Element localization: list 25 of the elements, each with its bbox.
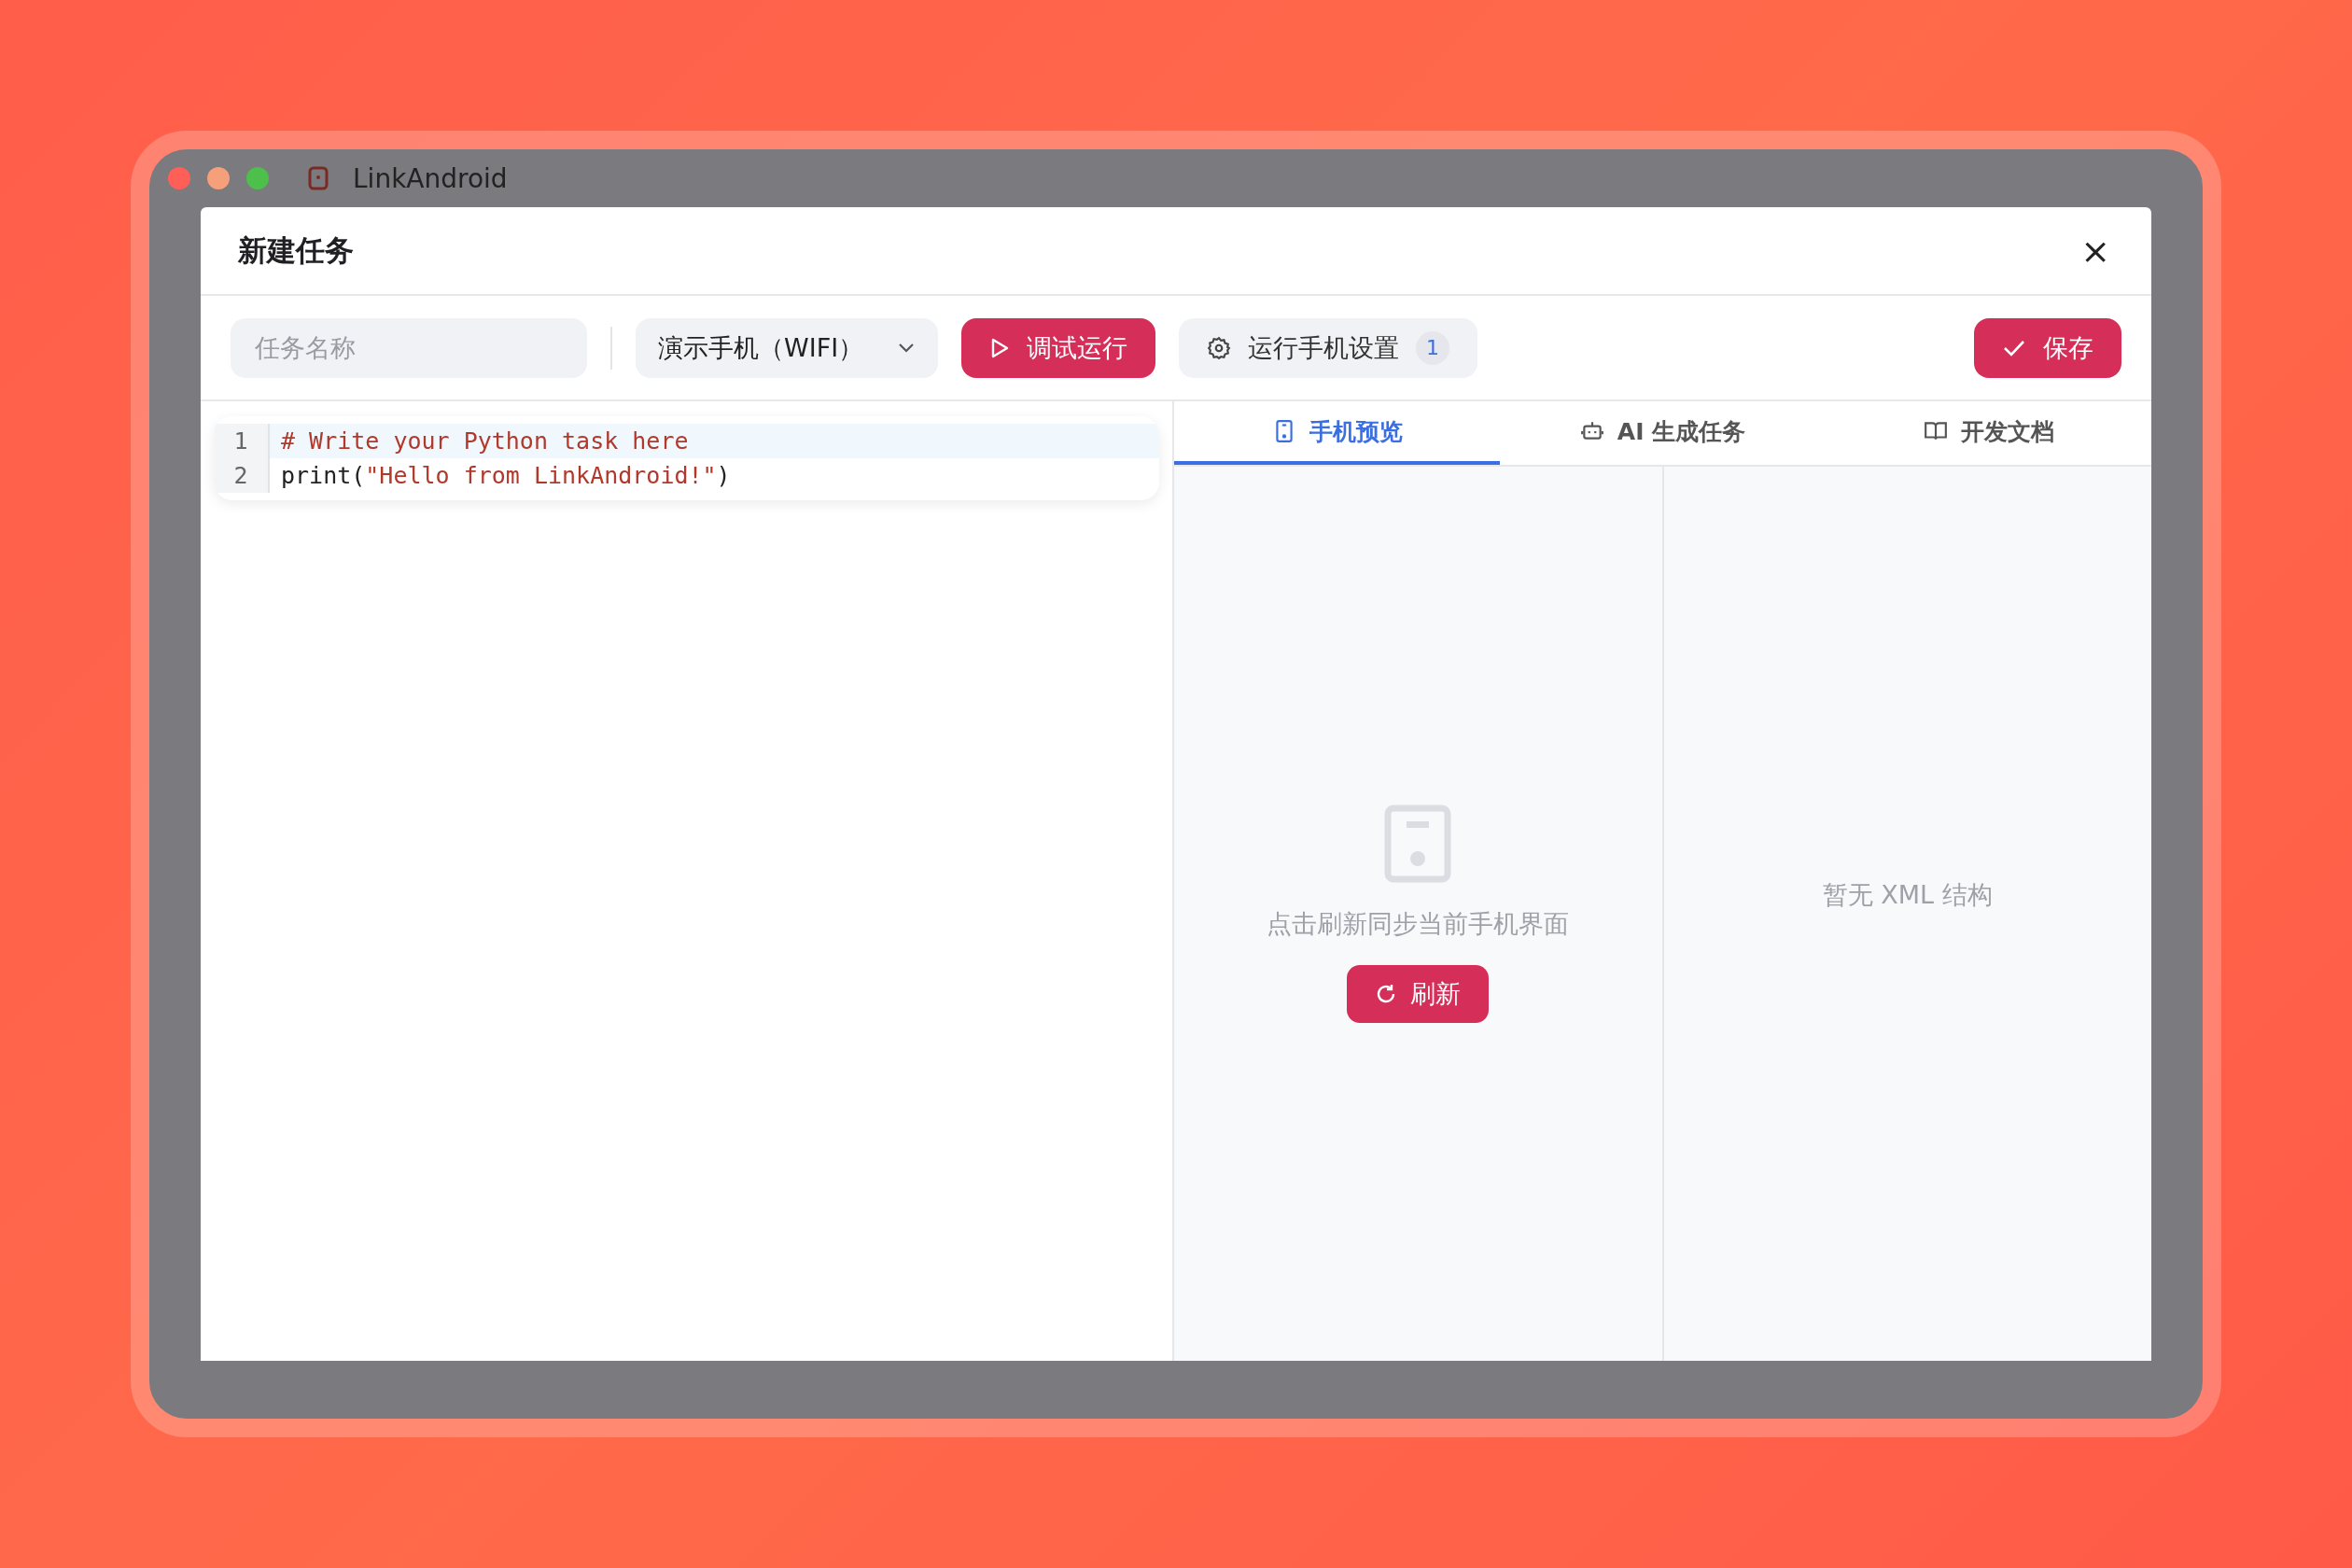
empty-message: 点击刷新同步当前手机界面 <box>1267 908 1570 940</box>
code-text: # Write your Python task here <box>280 427 689 455</box>
line-number: 2 <box>214 458 270 493</box>
phone-icon <box>1384 805 1452 883</box>
task-name-field[interactable]: 任务名称 <box>231 317 587 378</box>
save-button[interactable]: 保存 <box>1974 317 2121 378</box>
device-select[interactable]: 演示手机（WIFI） <box>636 317 938 378</box>
zoom-window-button[interactable] <box>246 167 269 189</box>
line-number: 1 <box>214 424 270 458</box>
window-title: LinkAndroid <box>353 162 508 194</box>
minimize-window-button[interactable] <box>207 167 230 189</box>
code-text: print("Hello from LinkAndroid!") <box>280 462 731 489</box>
app-icon <box>308 166 329 190</box>
refresh-button[interactable]: 刷新 <box>1347 965 1490 1023</box>
debug-run-button[interactable]: 调试运行 <box>961 317 1155 378</box>
dialog-title: 新建任务 <box>238 231 354 269</box>
count-badge: 1 <box>1416 330 1449 365</box>
empty-message: 暂无 XML 结构 <box>1822 879 1993 911</box>
settings-icon <box>1207 335 1231 360</box>
close-window-button[interactable] <box>168 167 190 189</box>
close-button[interactable]: × <box>2073 230 2118 272</box>
phone-settings-button[interactable]: 运行手机设置 1 <box>1179 317 1477 378</box>
chevron-down-icon <box>897 342 916 354</box>
code-editor[interactable]: 1 # Write your Python task here 2 print("Hello from LinkAndroid!") <box>214 416 1159 500</box>
play-icon <box>989 336 1010 359</box>
